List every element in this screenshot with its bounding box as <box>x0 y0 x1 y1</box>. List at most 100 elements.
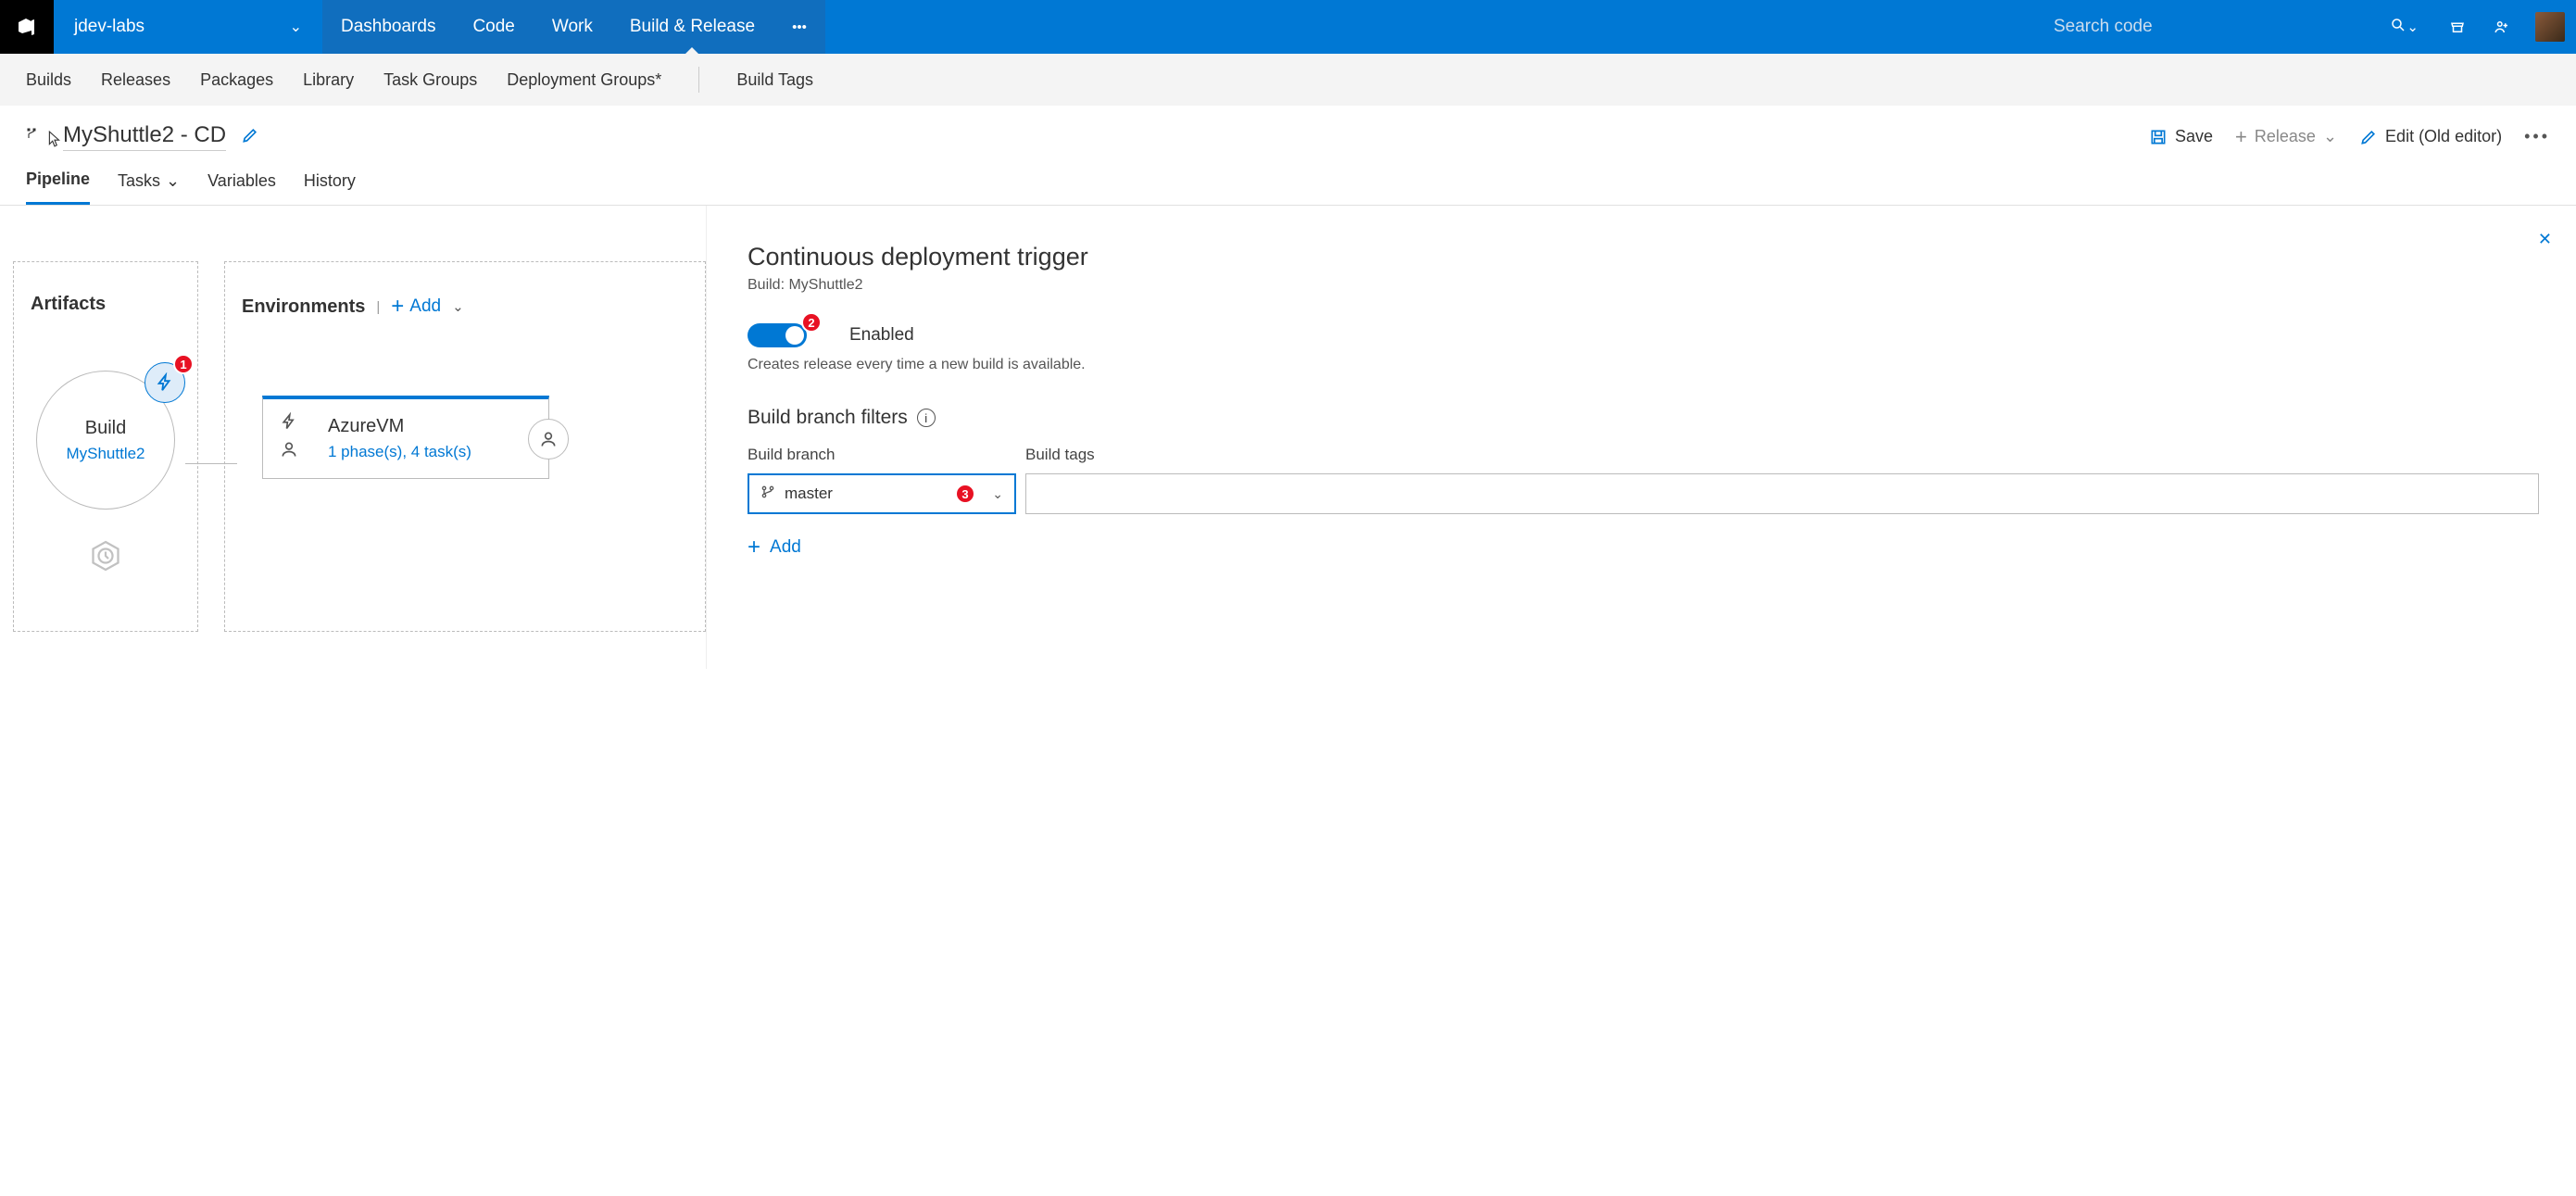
subnav-packages[interactable]: Packages <box>200 70 273 90</box>
artifacts-title: Artifacts <box>31 294 181 315</box>
nav-work[interactable]: Work <box>534 0 611 54</box>
nav-more[interactable]: ••• <box>773 0 825 54</box>
nav-dashboards[interactable]: Dashboards <box>322 0 454 54</box>
edit-old-button[interactable]: Edit (Old editor) <box>2359 127 2502 146</box>
enabled-label: Enabled <box>849 325 914 346</box>
close-panel-button[interactable]: ✕ <box>2538 230 2552 249</box>
chevron-down-icon: ⌄ <box>2323 127 2337 146</box>
lightning-icon <box>155 372 175 393</box>
add-filter-button[interactable]: + Add <box>748 535 2539 560</box>
vsts-logo-icon <box>16 16 38 38</box>
subnav-library[interactable]: Library <box>303 70 354 90</box>
panel-subtitle: Build: MyShuttle2 <box>748 277 2539 294</box>
top-nav: Dashboards Code Work Build & Release ••• <box>322 0 825 54</box>
marketplace-icon[interactable] <box>2435 0 2480 54</box>
environment-card[interactable]: AzureVM 1 phase(s), 4 task(s) <box>262 396 549 479</box>
build-branch-label: Build branch <box>748 446 1016 464</box>
plus-icon: + <box>748 535 760 560</box>
add-filter-label: Add <box>770 537 801 558</box>
subnav-deployment-groups[interactable]: Deployment Groups* <box>507 70 661 90</box>
cd-trigger-panel: ✕ Continuous deployment trigger Build: M… <box>706 206 2576 669</box>
enabled-badge: 2 <box>801 312 822 333</box>
plus-icon: + <box>2235 125 2247 149</box>
subnav-releases[interactable]: Releases <box>101 70 170 90</box>
add-environment-button[interactable]: + Add <box>391 294 441 320</box>
build-tags-label: Build tags <box>1025 446 2539 464</box>
search-icon[interactable] <box>2390 17 2406 37</box>
chevron-down-icon: ⌄ <box>166 171 180 191</box>
chevron-down-icon: ⌄ <box>992 486 1003 502</box>
tab-history[interactable]: History <box>304 171 356 204</box>
tab-pipeline[interactable]: Pipeline <box>26 170 90 205</box>
subnav-builds[interactable]: Builds <box>26 70 71 90</box>
release-label: Release <box>2255 127 2316 146</box>
person-icon <box>280 440 298 459</box>
subnav-build-tags[interactable]: Build Tags <box>736 70 813 90</box>
build-branch-value: master <box>785 485 833 503</box>
env-preconditions[interactable] <box>280 412 298 459</box>
sub-nav: Builds Releases Packages Library Task Gr… <box>0 54 2576 106</box>
cd-trigger-button[interactable]: 1 <box>145 362 185 403</box>
pipeline-canvas: Artifacts 1 Build MyShuttle2 Environment <box>0 206 706 669</box>
env-postconditions[interactable] <box>528 419 569 460</box>
add-label: Add <box>409 296 441 317</box>
team-name: jdev-labs <box>74 17 145 37</box>
cd-trigger-badge: 1 <box>173 354 194 374</box>
filter-row: Build branch master 3 ⌄ Build tags <box>748 446 2539 514</box>
branch-icon <box>760 485 775 503</box>
search-area: ⌄ <box>2037 0 2435 54</box>
info-icon[interactable]: i <box>917 409 936 427</box>
save-icon <box>2149 128 2168 146</box>
subnav-task-groups[interactable]: Task Groups <box>383 70 477 90</box>
nav-code[interactable]: Code <box>454 0 533 54</box>
top-right-icons <box>2435 0 2576 54</box>
artifact-build[interactable]: 1 Build MyShuttle2 <box>36 371 175 510</box>
cursor-icon <box>48 131 61 151</box>
pipeline-tabs: Pipeline Tasks ⌄ Variables History <box>0 157 2576 206</box>
environments-title: Environments <box>242 296 365 318</box>
top-bar: jdev-labs ⌄ Dashboards Code Work Build &… <box>0 0 2576 54</box>
release-button[interactable]: + Release ⌄ <box>2235 125 2337 149</box>
branch-filters-title: Build branch filters i <box>748 407 2539 429</box>
artifact-name[interactable]: MyShuttle2 <box>66 445 145 463</box>
tab-variables[interactable]: Variables <box>207 171 276 204</box>
build-tags-input[interactable] <box>1025 473 2539 514</box>
search-input[interactable] <box>2054 17 2390 37</box>
enabled-toggle-row: 2 Enabled <box>748 323 2539 347</box>
build-branch-dropdown[interactable]: master 3 ⌄ <box>748 473 1016 514</box>
person-icon <box>539 430 558 448</box>
environment-detail[interactable]: 1 phase(s), 4 task(s) <box>328 443 524 461</box>
people-icon[interactable] <box>2480 0 2524 54</box>
lightning-icon <box>280 412 298 431</box>
save-label: Save <box>2175 127 2213 146</box>
search-chevron-down-icon[interactable]: ⌄ <box>2406 19 2419 35</box>
enabled-toggle[interactable] <box>748 323 807 347</box>
user-avatar[interactable] <box>2535 12 2565 42</box>
team-picker[interactable]: jdev-labs ⌄ <box>54 0 322 54</box>
nav-build-release[interactable]: Build & Release <box>611 0 773 54</box>
chevron-down-icon[interactable]: ⌄ <box>452 298 464 315</box>
separator: | <box>376 299 380 315</box>
more-actions[interactable]: ••• <box>2524 127 2550 146</box>
tab-tasks[interactable]: Tasks ⌄ <box>118 171 180 204</box>
tab-tasks-label: Tasks <box>118 171 160 191</box>
pencil-icon <box>2359 128 2378 146</box>
vsts-logo[interactable] <box>0 0 54 54</box>
subnav-divider <box>698 67 699 93</box>
release-name[interactable]: MyShuttle2 - CD <box>63 122 226 151</box>
environment-name: AzureVM <box>328 416 524 437</box>
edit-name-icon[interactable] <box>241 126 259 148</box>
body: Artifacts 1 Build MyShuttle2 Environment <box>0 206 2576 669</box>
save-button[interactable]: Save <box>2149 127 2213 146</box>
environments-header: Environments | + Add ⌄ <box>242 294 688 320</box>
chevron-down-icon: ⌄ <box>290 18 302 36</box>
edit-old-label: Edit (Old editor) <box>2385 127 2502 146</box>
release-definition-icon <box>26 127 43 147</box>
schedule-button[interactable] <box>85 535 126 576</box>
artifact-type: Build <box>85 418 126 439</box>
build-branch-badge: 3 <box>955 484 975 504</box>
ellipsis-icon: ••• <box>792 19 807 35</box>
title-actions: Save + Release ⌄ Edit (Old editor) ••• <box>2149 125 2550 149</box>
artifact-node: 1 Build MyShuttle2 <box>31 371 181 576</box>
artifacts-panel: Artifacts 1 Build MyShuttle2 <box>13 261 198 632</box>
